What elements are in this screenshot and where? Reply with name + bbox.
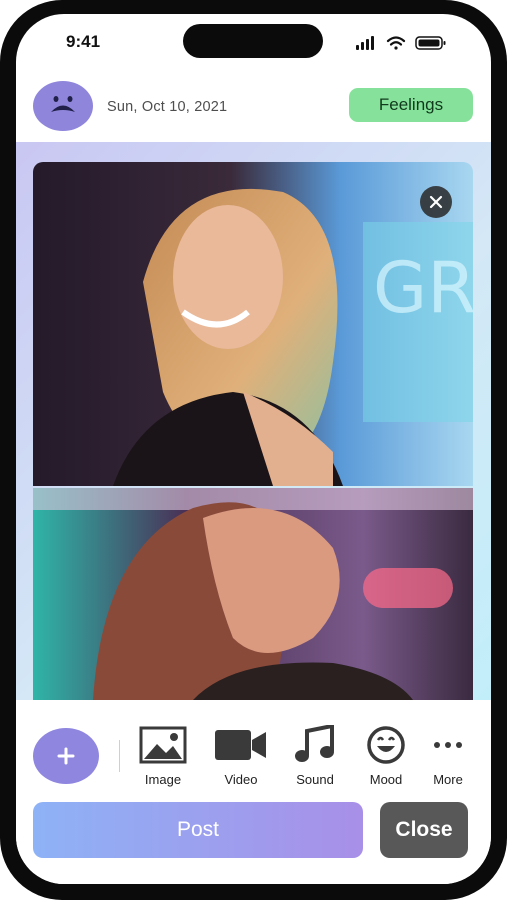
mood-tool[interactable]: Mood [355, 724, 417, 794]
more-tool[interactable]: More [417, 724, 479, 794]
more-dots-icon [434, 742, 462, 748]
more-tool-label: More [433, 772, 463, 787]
video-tool-label: Video [224, 772, 258, 787]
post-header: Sun, Oct 10, 2021 Feelings [16, 72, 491, 142]
image-tool[interactable]: Image [132, 724, 194, 794]
smile-icon [367, 726, 405, 764]
sound-tool[interactable]: Sound [284, 724, 346, 794]
app-screen: 9:41 Sun, Oct 10, 2021 Feelings GR Image… [16, 14, 491, 884]
phone-frame: 9:41 Sun, Oct 10, 2021 Feelings GR Image… [0, 0, 507, 900]
close-button[interactable]: Close [380, 802, 468, 858]
signal-icon [356, 36, 374, 50]
video-camera-icon [215, 730, 266, 760]
sound-tool-label: Sound [296, 772, 334, 787]
mood-tool-label: Mood [369, 772, 403, 787]
music-note-icon [295, 725, 334, 762]
add-button[interactable] [33, 728, 99, 784]
feelings-button[interactable]: Feelings [349, 88, 473, 122]
image-icon [139, 726, 187, 764]
avatar[interactable] [33, 81, 93, 131]
wifi-icon [386, 36, 406, 50]
remove-photo-button[interactable] [420, 186, 452, 218]
photo-woman-eyes-closed-neon[interactable] [33, 488, 473, 700]
photo-woman-smiling-neon[interactable]: GR [33, 162, 473, 486]
status-time: 9:41 [66, 32, 101, 51]
dynamic-island [183, 24, 323, 58]
post-date: Sun, Oct 10, 2021 [107, 99, 228, 115]
post-toolbar: Image Video Sound Mood More Post Close [16, 700, 491, 884]
media-area: GR [16, 142, 491, 700]
status-icons [356, 34, 456, 52]
photo-collage: GR [33, 162, 473, 700]
post-button[interactable]: Post [33, 802, 363, 858]
close-icon [429, 195, 443, 209]
face-avatar-icon [51, 96, 75, 112]
image-tool-label: Image [144, 772, 182, 787]
svg-text:GR: GR [373, 247, 473, 329]
video-tool[interactable]: Video [210, 724, 272, 794]
toolbar-divider [119, 740, 120, 772]
plus-icon [57, 747, 75, 765]
battery-icon [415, 36, 446, 50]
